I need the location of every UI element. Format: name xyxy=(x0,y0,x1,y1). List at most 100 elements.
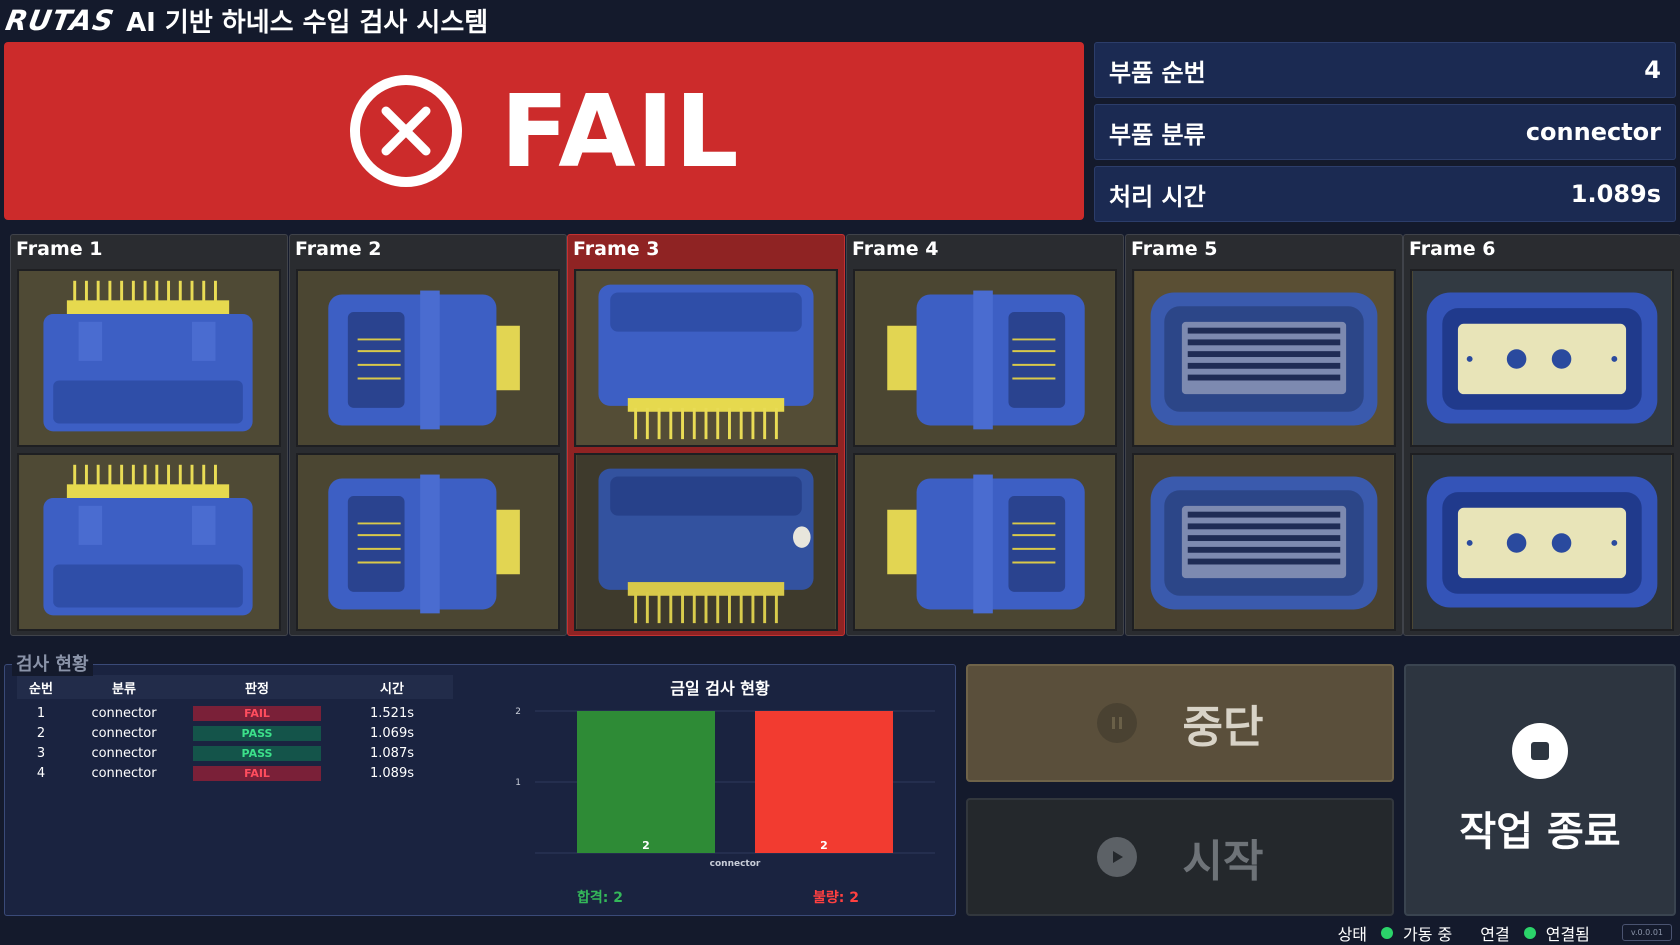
frame-image[interactable] xyxy=(574,453,838,631)
connector-image xyxy=(1134,455,1394,629)
cell-type: connector xyxy=(91,765,157,781)
bar-value-label: 2 xyxy=(820,839,828,852)
frame-image[interactable] xyxy=(296,453,560,631)
info-part-type: 부품 분류 connector xyxy=(1094,104,1676,160)
table-row[interactable]: 1 connector FAIL 1.521s xyxy=(17,703,453,723)
frame-image[interactable] xyxy=(1132,453,1396,631)
x-circle-icon xyxy=(350,75,463,187)
frame-image[interactable] xyxy=(853,269,1117,447)
start-button-label: 시작 xyxy=(1182,836,1264,887)
column-header: 분류 xyxy=(112,681,136,697)
cell-no: 3 xyxy=(36,745,46,761)
frame-panel-1[interactable]: Frame 1 xyxy=(10,234,288,636)
frame-image[interactable] xyxy=(1410,453,1674,631)
cell-time: 1.521s xyxy=(370,705,414,721)
connection-indicator xyxy=(1523,926,1536,939)
inspection-table: 순번 분류 판정 시간 1 connector FAIL 1.521s 2 co… xyxy=(17,675,453,783)
cell-type: connector xyxy=(91,705,157,721)
frame-panel-2[interactable]: Frame 2 xyxy=(289,234,567,636)
frame-image[interactable] xyxy=(574,269,838,447)
chart-title: 금일 검사 현황 xyxy=(670,679,770,698)
column-header: 시간 xyxy=(380,681,404,697)
bar xyxy=(577,711,715,853)
frame-label: Frame 1 xyxy=(16,238,103,260)
frame-image[interactable] xyxy=(17,453,281,631)
frame-image[interactable] xyxy=(296,269,560,447)
frame-image[interactable] xyxy=(1132,269,1396,447)
cell-type: connector xyxy=(91,745,157,761)
end-work-button[interactable]: 작업 종료 xyxy=(1404,664,1676,916)
frame-panel-4[interactable]: Frame 4 xyxy=(846,234,1124,636)
frame-image[interactable] xyxy=(1410,269,1674,447)
page-title: AI 기반 하네스 수입 검사 시스템 xyxy=(126,7,489,38)
fail-summary: 불량: 2 xyxy=(813,890,859,906)
play-icon xyxy=(1096,837,1137,877)
connector-image xyxy=(855,271,1115,445)
frame-label: Frame 5 xyxy=(1131,238,1218,260)
bar-chart: 2 1 2 2 connector xyxy=(515,707,935,869)
y-tick-label: 2 xyxy=(515,707,521,717)
connection-label: 연결 xyxy=(1480,924,1510,944)
verdict-badge: PASS xyxy=(193,725,321,741)
info-label: 부품 순번 xyxy=(1109,58,1206,87)
logo: RUTAS xyxy=(3,3,117,37)
result-label: FAIL xyxy=(500,72,740,190)
stop-icon xyxy=(1512,723,1568,779)
header: RUTAS AI 기반 하네스 수입 검사 시스템 xyxy=(0,0,1680,40)
cell-no: 4 xyxy=(36,765,46,781)
connector-image xyxy=(298,271,558,445)
connector-image xyxy=(298,455,558,629)
x-tick-label: connector xyxy=(710,859,761,869)
frame-image[interactable] xyxy=(17,269,281,447)
start-button[interactable]: 시작 xyxy=(966,798,1394,916)
state-label: 상태 xyxy=(1337,924,1368,944)
bar-value-label: 2 xyxy=(642,839,650,852)
connector-image xyxy=(19,271,279,445)
connector-image xyxy=(1134,271,1394,445)
frame-panel-5[interactable]: Frame 5 xyxy=(1125,234,1403,636)
y-tick-label: 1 xyxy=(515,778,521,788)
frame-label: Frame 2 xyxy=(295,238,382,260)
connector-image xyxy=(855,455,1115,629)
table-row[interactable]: 2 connector PASS 1.069s xyxy=(17,723,453,743)
pause-button[interactable]: 중단 xyxy=(966,664,1394,782)
status-bar: 상태 가동 중 연결 연결됨 v.0.0.01 xyxy=(0,920,1680,945)
table-row[interactable]: 4 connector FAIL 1.089s xyxy=(17,763,453,783)
connector-image xyxy=(19,455,279,629)
frame-image[interactable] xyxy=(853,453,1117,631)
info-value: 4 xyxy=(1644,56,1661,84)
cell-time: 1.087s xyxy=(370,745,414,761)
result-banner: FAIL xyxy=(4,42,1084,220)
cell-time: 1.069s xyxy=(370,725,414,741)
panel-legend: 검사 현황 xyxy=(12,650,93,676)
connector-image xyxy=(1412,271,1672,445)
daily-inspection-chart: 2 1 2 2 connector 금일 검사 현황 합격: 2 불량: 2 xyxy=(495,675,945,911)
table-header: 순번 분류 판정 시간 xyxy=(17,675,453,699)
column-header: 판정 xyxy=(245,681,269,697)
info-label: 처리 시간 xyxy=(1109,182,1206,211)
inspection-status-panel: 순번 분류 판정 시간 1 connector FAIL 1.521s 2 co… xyxy=(4,664,956,916)
connector-image xyxy=(1412,455,1672,629)
state-indicator xyxy=(1381,926,1394,939)
frame-label: Frame 4 xyxy=(852,238,939,260)
pause-icon xyxy=(1096,703,1137,743)
table-row[interactable]: 3 connector PASS 1.087s xyxy=(17,743,453,763)
verdict-badge: FAIL xyxy=(193,765,321,781)
frame-panel-3[interactable]: Frame 3 xyxy=(567,234,845,636)
frame-gallery: Frame 1 Frame 2 Frame 3 Frame 4 Frame 5 … xyxy=(0,234,1680,639)
info-part-number: 부품 순번 4 xyxy=(1094,42,1676,98)
frame-label: Frame 3 xyxy=(573,238,660,260)
info-value: 1.089s xyxy=(1570,180,1661,208)
frame-panel-6[interactable]: Frame 6 xyxy=(1403,234,1680,636)
state-value: 가동 중 xyxy=(1403,924,1453,944)
bar xyxy=(755,711,893,853)
end-work-label: 작업 종료 xyxy=(1459,809,1621,855)
connector-image xyxy=(576,455,836,629)
cell-type: connector xyxy=(91,725,157,741)
info-label: 부품 분류 xyxy=(1109,120,1206,149)
version-badge: v.0.0.01 xyxy=(1621,924,1672,941)
cell-time: 1.089s xyxy=(370,765,414,781)
connection-value: 연결됨 xyxy=(1545,924,1590,944)
cell-no: 1 xyxy=(36,705,46,721)
cell-no: 2 xyxy=(36,725,46,741)
